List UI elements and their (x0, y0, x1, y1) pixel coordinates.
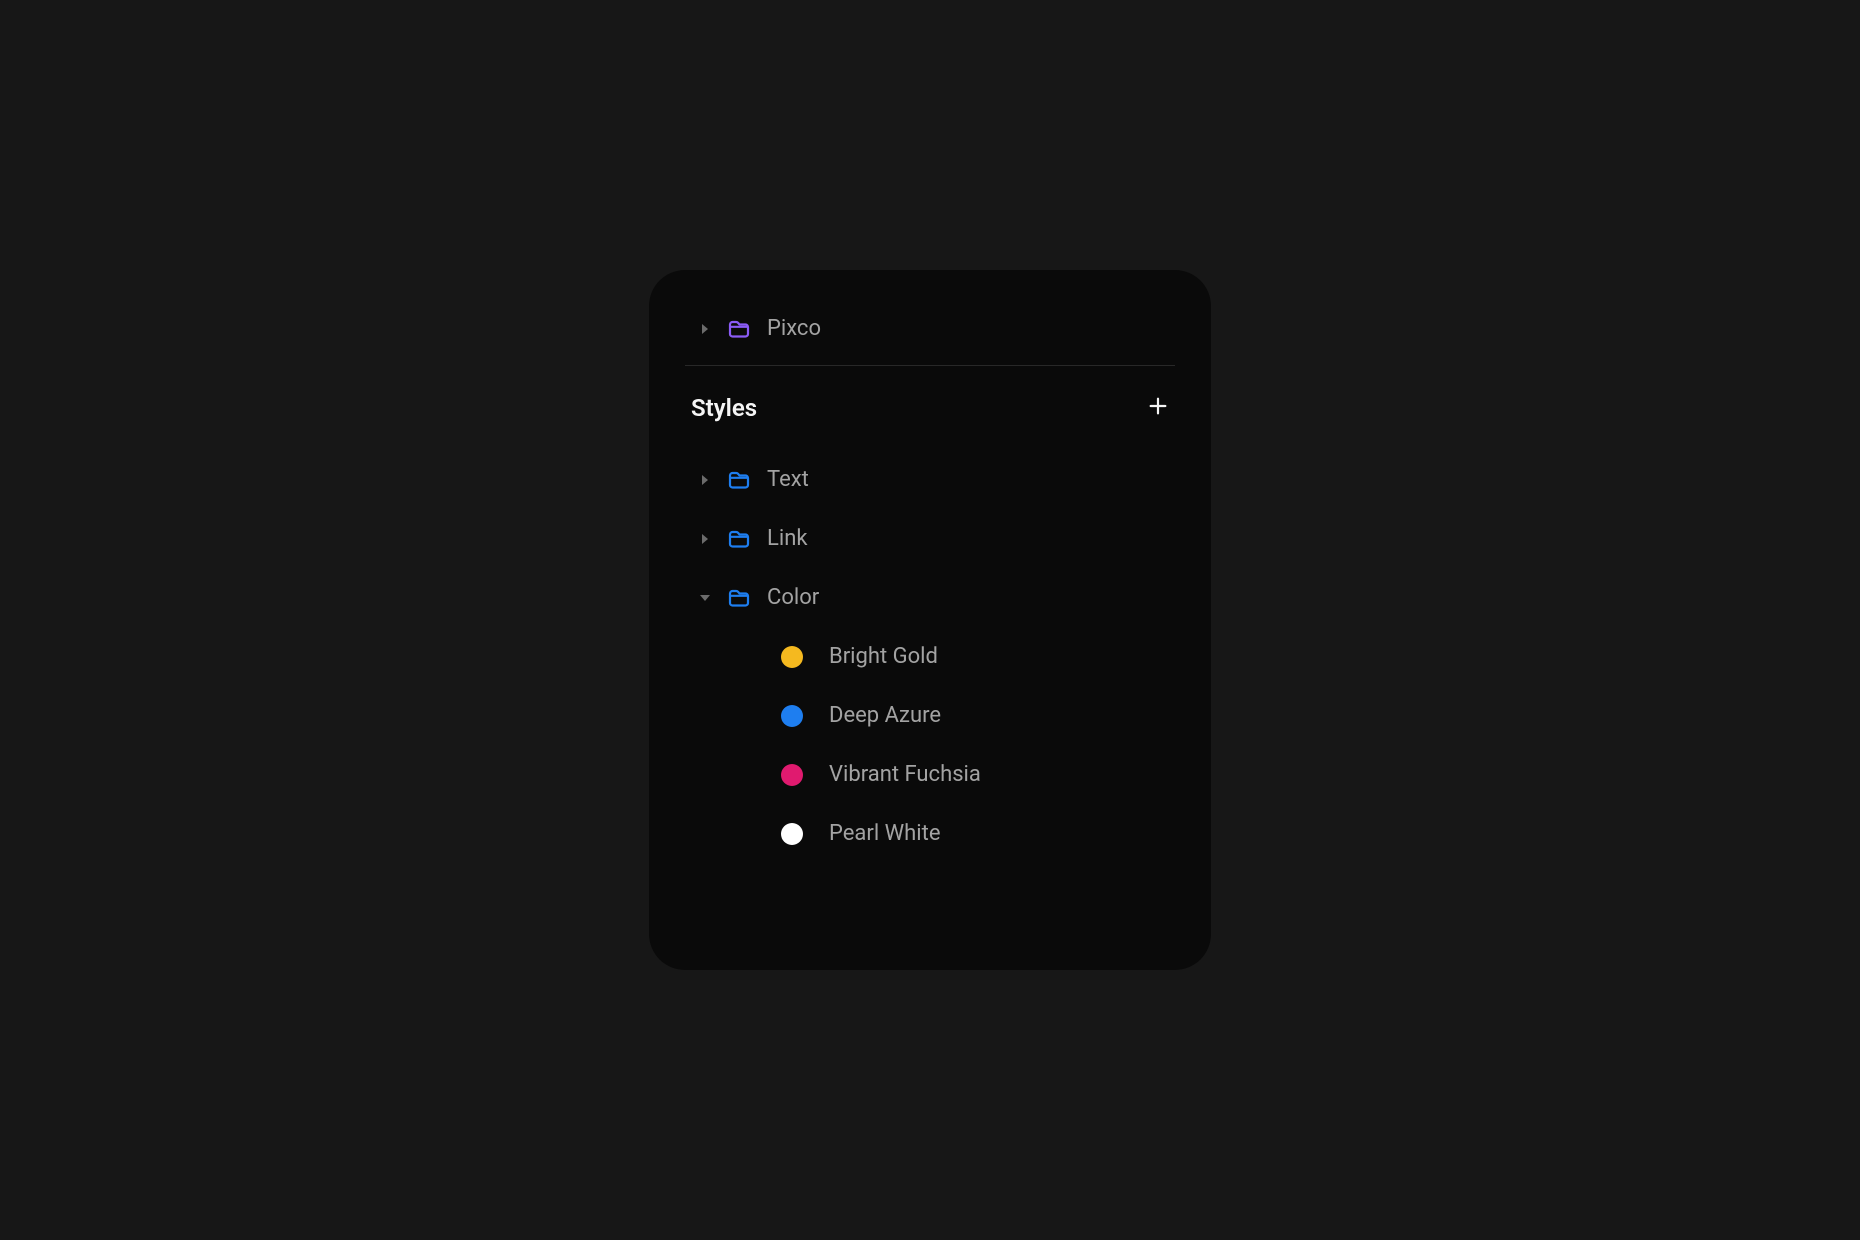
color-swatch-label: Vibrant Fuchsia (829, 762, 981, 787)
chevron-right-icon (699, 533, 711, 545)
chevron-down-icon (699, 592, 711, 604)
section-title: Styles (691, 394, 757, 422)
color-swatch-bright-gold[interactable]: Bright Gold (685, 627, 1175, 686)
folder-icon (727, 586, 751, 610)
plus-icon (1147, 395, 1169, 417)
add-style-button[interactable] (1147, 395, 1169, 421)
project-row[interactable]: Pixco (685, 310, 1175, 365)
chevron-right-icon (699, 323, 711, 335)
styles-tree: Text Link (685, 450, 1175, 863)
color-swatch-label: Pearl White (829, 821, 940, 846)
folder-icon (727, 468, 751, 492)
divider (685, 365, 1175, 366)
folder-label: Text (767, 467, 809, 492)
color-swatch-icon (781, 705, 803, 727)
chevron-right-icon (699, 474, 711, 486)
color-swatch-pearl-white[interactable]: Pearl White (685, 804, 1175, 863)
folder-row-color[interactable]: Color (685, 568, 1175, 627)
section-header: Styles (685, 394, 1175, 450)
color-swatch-deep-azure[interactable]: Deep Azure (685, 686, 1175, 745)
color-swatch-icon (781, 764, 803, 786)
color-swatch-icon (781, 823, 803, 845)
folder-row-text[interactable]: Text (685, 450, 1175, 509)
project-name: Pixco (767, 316, 821, 341)
folder-row-link[interactable]: Link (685, 509, 1175, 568)
folder-label: Link (767, 526, 808, 551)
color-swatch-vibrant-fuchsia[interactable]: Vibrant Fuchsia (685, 745, 1175, 804)
color-swatch-label: Bright Gold (829, 644, 938, 669)
color-swatch-icon (781, 646, 803, 668)
styles-panel: Pixco Styles Text (649, 270, 1211, 970)
folder-label: Color (767, 585, 819, 610)
color-swatch-label: Deep Azure (829, 703, 941, 728)
folder-icon (727, 527, 751, 551)
folder-icon (727, 317, 751, 341)
